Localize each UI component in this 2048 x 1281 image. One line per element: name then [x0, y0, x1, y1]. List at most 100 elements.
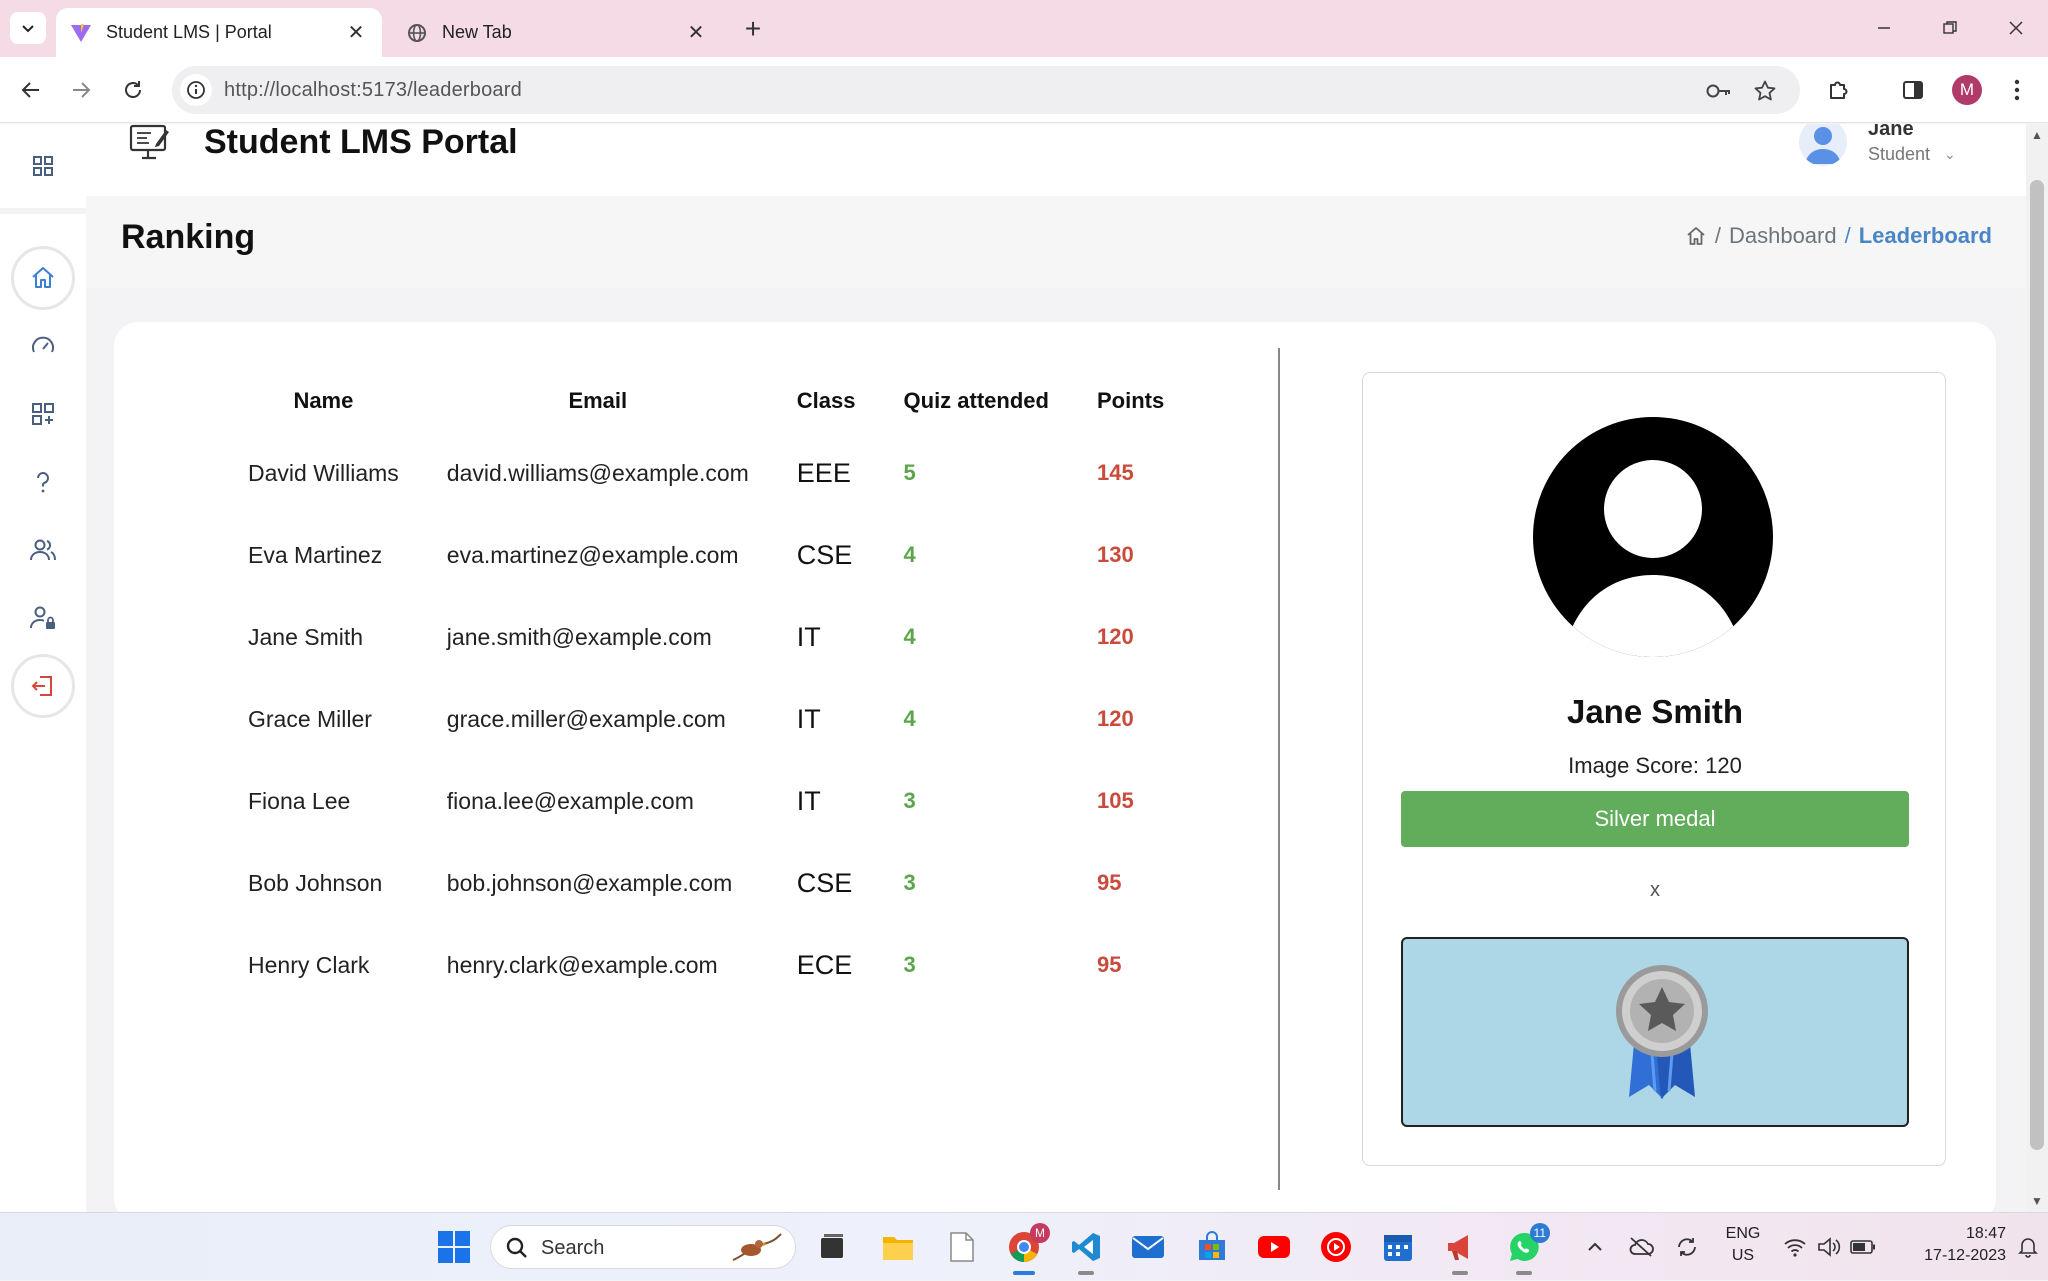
table-row[interactable]: Bob Johnson bob.johnson@example.com CSE …: [224, 842, 1188, 924]
sidebar-item-dashboard[interactable]: [11, 314, 75, 378]
sync-icon[interactable]: [1672, 1213, 1702, 1281]
user-role[interactable]: Student: [1868, 144, 1930, 165]
close-tab-icon[interactable]: ✕: [344, 21, 368, 45]
cell-email: grace.miller@example.com: [446, 705, 726, 732]
minimize-button[interactable]: [1864, 12, 1904, 44]
cell-email: david.williams@example.com: [446, 459, 749, 486]
scroll-up-arrow-icon[interactable]: ▲: [2030, 128, 2044, 142]
browser-profile-avatar[interactable]: M: [1952, 75, 1982, 105]
taskbar-notepad[interactable]: [942, 1227, 982, 1267]
breadcrumb-home-icon[interactable]: [1685, 225, 1707, 247]
calendar-icon: [1384, 1235, 1412, 1261]
user-avatar[interactable]: [1799, 124, 1847, 166]
breadcrumb-dashboard[interactable]: Dashboard: [1729, 223, 1837, 249]
sidebar-item-apps[interactable]: [11, 382, 75, 446]
forward-button[interactable]: [64, 73, 98, 107]
tab-student-lms[interactable]: Student LMS | Portal ✕: [56, 8, 382, 57]
brand-title: Student LMS Portal: [204, 124, 518, 161]
side-panel-button[interactable]: [1896, 73, 1930, 107]
volume-icon[interactable]: [1814, 1213, 1844, 1281]
notification-bell-icon[interactable]: [2014, 1213, 2042, 1281]
app-header: Student LMS Portal Jane Student ⌄: [86, 124, 2026, 196]
password-key-icon[interactable]: [1706, 78, 1732, 104]
sidebar-toggle[interactable]: [0, 124, 86, 208]
taskbar-youtube-music[interactable]: [1316, 1227, 1356, 1267]
cell-quiz: 3: [903, 952, 916, 977]
taskbar-mail[interactable]: [1128, 1227, 1168, 1267]
cell-quiz: 3: [903, 788, 916, 813]
scroll-down-arrow-icon[interactable]: ▼: [2030, 1194, 2044, 1208]
cell-name: David Williams: [248, 459, 399, 486]
tab-search-button[interactable]: [10, 12, 46, 44]
speedometer-icon: [32, 336, 54, 353]
new-tab-button[interactable]: +: [738, 13, 768, 44]
user-name[interactable]: Jane: [1868, 124, 1914, 141]
taskbar-chrome[interactable]: M: [1004, 1223, 1050, 1275]
taskbar-whatsapp[interactable]: 11: [1504, 1223, 1550, 1275]
table-row[interactable]: Eva Martinez eva.martinez@example.com CS…: [224, 514, 1188, 596]
running-indicator: [1516, 1271, 1532, 1275]
profile-avatar-icon: [1533, 417, 1773, 657]
running-indicator: [1078, 1271, 1094, 1275]
site-info-icon[interactable]: [180, 74, 212, 106]
medal-button[interactable]: Silver medal: [1401, 791, 1909, 847]
cell-quiz: 4: [903, 624, 916, 649]
table-row[interactable]: Henry Clark henry.clark@example.com ECE …: [224, 924, 1188, 1006]
sidebar-separator: [0, 208, 86, 214]
system-clock[interactable]: 18:47 17-12-2023: [1920, 1223, 2006, 1267]
taskbar-task-view[interactable]: [812, 1227, 852, 1267]
close-window-button[interactable]: [1996, 12, 2036, 44]
extensions-button[interactable]: [1822, 73, 1856, 107]
file-icon: [950, 1232, 974, 1262]
address-bar[interactable]: http://localhost:5173/leaderboard: [172, 66, 1800, 114]
restore-button[interactable]: [1930, 12, 1970, 44]
taskbar-youtube[interactable]: [1254, 1227, 1294, 1267]
cloud-sync-off-icon[interactable]: [1626, 1213, 1656, 1281]
browser-menu-button[interactable]: [2000, 73, 2034, 107]
table-row[interactable]: David Williams david.williams@example.co…: [224, 432, 1188, 514]
cell-email: jane.smith@example.com: [446, 623, 712, 650]
taskbar-store[interactable]: [1192, 1227, 1232, 1267]
tab-title: New Tab: [442, 22, 512, 42]
page-scrollbar[interactable]: ▲ ▼: [2026, 124, 2048, 1212]
user-lock-icon: [30, 606, 55, 629]
brand-logo-icon: [128, 124, 170, 164]
sidebar-item-quiz[interactable]: [11, 450, 75, 514]
chevron-down-icon[interactable]: ⌄: [1944, 146, 1956, 163]
table-row[interactable]: Jane Smith jane.smith@example.com IT 4 1…: [224, 596, 1188, 678]
taskbar-file-explorer[interactable]: [878, 1227, 918, 1267]
cell-email: henry.clark@example.com: [446, 951, 718, 978]
wifi-icon[interactable]: [1780, 1213, 1810, 1281]
cell-name: Fiona Lee: [248, 787, 351, 814]
table-row[interactable]: Grace Miller grace.miller@example.com IT…: [224, 678, 1188, 760]
windows-start-button[interactable]: [434, 1227, 474, 1267]
sidebar-item-users[interactable]: [11, 518, 75, 582]
medal-display: [1401, 937, 1909, 1127]
question-icon: [37, 472, 49, 493]
apps-icon: [32, 403, 54, 425]
sidebar-item-profile-lock[interactable]: [11, 586, 75, 650]
cell-class: CSE: [796, 867, 853, 898]
profile-score: Image Score: 120: [1568, 753, 1742, 778]
close-medal-button[interactable]: x: [1631, 879, 1679, 909]
sidebar-item-home[interactable]: [11, 246, 75, 310]
taskbar-presenter[interactable]: [1440, 1227, 1480, 1275]
tray-overflow-chevron-icon[interactable]: [1582, 1213, 1608, 1281]
reload-button[interactable]: [116, 73, 150, 107]
table-header-row: Name Email Class Quiz attended Points: [224, 370, 1188, 432]
arrow-left-icon: [21, 82, 39, 98]
taskbar-vscode[interactable]: [1066, 1227, 1106, 1275]
bird-decoration-icon: [732, 1233, 782, 1261]
taskbar-search[interactable]: Search: [490, 1225, 796, 1269]
language-indicator[interactable]: ENG US: [1718, 1223, 1768, 1267]
tab-new-tab[interactable]: New Tab ✕: [392, 8, 722, 57]
taskbar-calendar[interactable]: [1378, 1227, 1418, 1267]
scrollbar-thumb[interactable]: [2030, 180, 2044, 1150]
back-button[interactable]: [14, 73, 48, 107]
sidebar-item-logout[interactable]: [11, 654, 75, 718]
bookmark-star-icon[interactable]: [1752, 78, 1778, 104]
cell-points: 145: [1096, 460, 1134, 485]
close-tab-icon[interactable]: ✕: [684, 21, 708, 45]
table-row[interactable]: Fiona Lee fiona.lee@example.com IT 3 105: [224, 760, 1188, 842]
battery-icon[interactable]: [1848, 1213, 1878, 1281]
